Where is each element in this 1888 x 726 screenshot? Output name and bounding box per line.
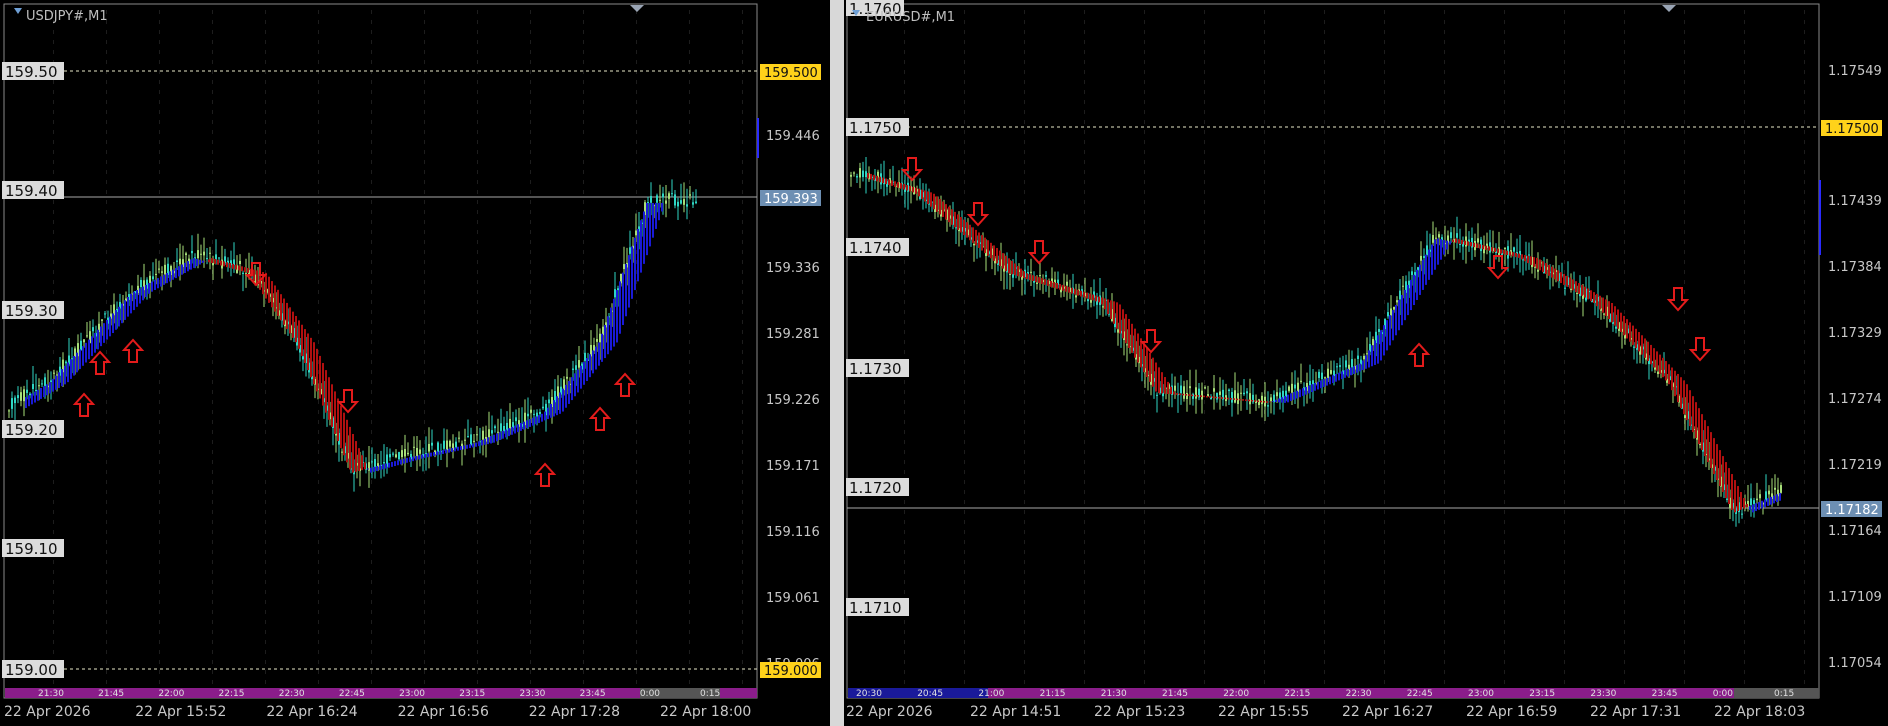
session-time-label: 21:45 [98,689,124,699]
session-time-label: 0:15 [700,689,720,699]
level-label: 159.00 [5,661,58,679]
price-tag-current-text: 159.393 [764,192,818,207]
session-time-label: 20:45 [917,689,943,699]
price-tag-top-text: 1.17500 [1825,122,1879,137]
session-time-label: 22:30 [279,689,305,699]
axis-tick: 159.446 [766,129,820,144]
date-label: 22 Apr 2026 [4,704,91,720]
session-time-label: 23:45 [580,689,606,699]
chart-title: USDJPY#,M1 [26,9,108,24]
session-time-label: 22:30 [1346,689,1372,699]
session-time-label: 21:15 [1040,689,1066,699]
session-time-label: 22:15 [219,689,245,699]
right-chart-panel[interactable]: 1.1760 EURUSD#,M1 1.1750 1.1740 1.1730 1… [844,0,1888,726]
axis-tick: 1.17109 [1828,590,1882,605]
axis-tick: 1.17439 [1828,194,1882,209]
date-label: 22 Apr 17:31 [1590,704,1681,720]
level-label: 159.30 [5,302,58,320]
date-label: 22 Apr 2026 [846,704,933,720]
date-label: 22 Apr 16:59 [1466,704,1557,720]
date-label: 22 Apr 15:55 [1218,704,1309,720]
axis-tick: 1.17219 [1828,458,1882,473]
axis-tick: 159.116 [766,525,820,540]
session-time-label: 23:00 [399,689,425,699]
axis-tick: 1.17274 [1828,392,1882,407]
level-label: 159.40 [5,182,58,200]
level-label: 159.10 [5,540,58,558]
session-time-label: 21:00 [978,689,1004,699]
session-time-label: 0:00 [1713,689,1733,699]
axis-tick: 159.336 [766,261,820,276]
level-label: 1.1730 [849,360,902,378]
panel-separator[interactable] [830,0,844,726]
axis-tick: 1.17164 [1828,524,1882,539]
date-label: 22 Apr 18:03 [1714,704,1805,720]
session-time-label: 23:30 [519,689,545,699]
session-time-label: 0:15 [1774,689,1794,699]
level-label: 159.20 [5,421,58,439]
date-label: 22 Apr 16:27 [1342,704,1433,720]
date-label: 22 Apr 18:00 [660,704,751,720]
level-label: 1.1720 [849,479,902,497]
price-tag-current-text: 1.17182 [1825,503,1879,518]
session-time-label: 21:30 [1101,689,1127,699]
level-label: 1.1740 [849,239,902,257]
session-time-label: 23:30 [1590,689,1616,699]
session-time-label: 23:45 [1652,689,1678,699]
session-time-label: 23:00 [1468,689,1494,699]
date-label: 22 Apr 16:24 [266,704,357,720]
session-time-label: 22:00 [1223,689,1249,699]
date-label: 22 Apr 15:23 [1094,704,1185,720]
session-time-label: 20:30 [856,689,882,699]
axis-tick: 159.171 [766,459,820,474]
date-label: 22 Apr 15:52 [135,704,226,720]
chart-title: EURUSD#,M1 [866,10,955,25]
level-label: 1.1710 [849,599,902,617]
session-time-label: 21:45 [1162,689,1188,699]
session-time-label: 22:45 [1407,689,1433,699]
date-label: 22 Apr 16:56 [398,704,489,720]
axis-tick: 159.226 [766,393,820,408]
date-label: 22 Apr 17:28 [529,704,620,720]
axis-tick: 159.281 [766,327,820,342]
session-time-label: 23:15 [1529,689,1555,699]
session-time-label: 23:15 [459,689,485,699]
axis-tick: 1.17549 [1828,64,1882,79]
date-label: 22 Apr 14:51 [970,704,1061,720]
axis-tick: 1.17384 [1828,260,1882,275]
session-time-label: 21:30 [38,689,64,699]
left-chart-panel[interactable]: USDJPY#,M1 159.50 159.40 159.30 159.20 1… [0,0,830,726]
level-label: 1.1750 [849,119,902,137]
session-time-label: 22:45 [339,689,365,699]
price-tag-bottom-text: 159.000 [764,664,818,679]
axis-tick: 1.17054 [1828,656,1882,671]
axis-tick: 1.17329 [1828,326,1882,341]
axis-tick: 159.061 [766,591,820,606]
price-tag-top-text: 159.500 [764,66,818,81]
session-time-label: 22:15 [1284,689,1310,699]
level-label: 159.50 [5,63,58,81]
session-time-label: 0:00 [640,689,660,699]
session-time-label: 22:00 [158,689,184,699]
